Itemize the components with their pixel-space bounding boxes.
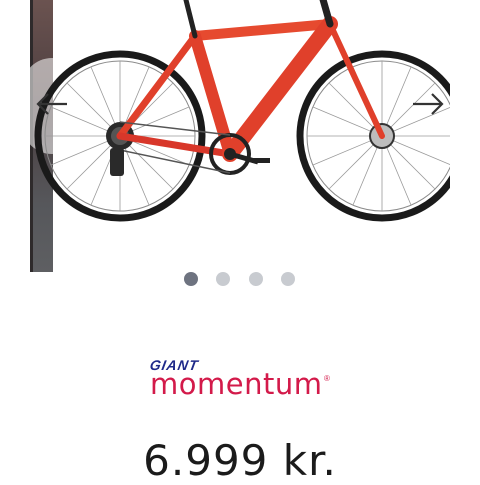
- brand-name: momentum: [150, 367, 323, 401]
- pagination-dot-1[interactable]: [184, 272, 198, 286]
- next-slide-peek[interactable]: [449, 0, 480, 272]
- pagination-dot-2[interactable]: [216, 272, 230, 286]
- bike-frame: [116, 0, 385, 162]
- pagination-dot-3[interactable]: [249, 272, 263, 286]
- product-image-carousel[interactable]: [0, 0, 480, 300]
- registered-mark: ®: [324, 374, 330, 383]
- bike-image: [34, 0, 450, 222]
- arrow-right-icon[interactable]: [410, 90, 446, 118]
- product-price: 6.999 kr.: [143, 436, 337, 485]
- front-wheel: [296, 50, 450, 222]
- brand-logo: GIANT momentum ®: [149, 357, 332, 401]
- carousel-pagination: [0, 272, 480, 288]
- arrow-left-icon[interactable]: [34, 90, 70, 118]
- pagination-dot-4[interactable]: [281, 272, 295, 286]
